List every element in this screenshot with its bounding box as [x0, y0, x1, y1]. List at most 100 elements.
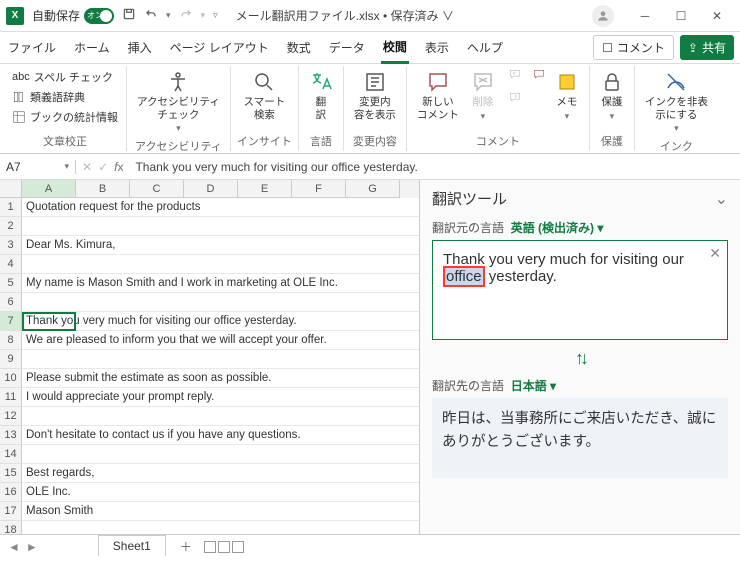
row-header[interactable]: 13	[0, 426, 22, 445]
cell-content[interactable]	[22, 407, 419, 426]
cell-content[interactable]: We are pleased to inform you that we wil…	[22, 331, 419, 350]
accessibility-button[interactable]: アクセシビリティ チェック▾	[133, 68, 224, 136]
table-row[interactable]: 1Quotation request for the products	[0, 198, 419, 217]
table-row[interactable]: 6	[0, 293, 419, 312]
notes-button[interactable]: メモ▾	[551, 68, 583, 123]
cancel-icon[interactable]: ✕	[82, 160, 92, 174]
column-header[interactable]: G	[346, 180, 400, 198]
tab-insert[interactable]: 挿入	[126, 33, 154, 62]
table-row[interactable]: 11I would appreciate your prompt reply.	[0, 388, 419, 407]
row-header[interactable]: 15	[0, 464, 22, 483]
swap-languages-button[interactable]: ↑↓	[432, 348, 728, 369]
show-changes-button[interactable]: 変更内 容を表示	[350, 68, 400, 123]
undo-dropdown[interactable]: ▾	[166, 10, 171, 21]
table-row[interactable]: 16OLE Inc.	[0, 483, 419, 502]
cell-content[interactable]: Mason Smith	[22, 502, 419, 521]
qat-customize[interactable]: ▿	[213, 10, 218, 21]
table-row[interactable]: 8We are pleased to inform you that we wi…	[0, 331, 419, 350]
row-header[interactable]: 1	[0, 198, 22, 217]
name-box[interactable]: A7▾	[0, 160, 76, 174]
select-all-corner[interactable]	[0, 180, 22, 198]
cell-content[interactable]	[22, 293, 419, 312]
tab-formulas[interactable]: 数式	[285, 33, 313, 62]
cell-content[interactable]	[22, 255, 419, 274]
show-comments-icon[interactable]	[531, 68, 547, 85]
row-header[interactable]: 9	[0, 350, 22, 369]
table-row[interactable]: 3Dear Ms. Kimura,	[0, 236, 419, 255]
cell-content[interactable]: Thank you very much for visiting our off…	[22, 312, 419, 331]
cell-content[interactable]: Please submit the estimate as soon as po…	[22, 369, 419, 388]
column-header[interactable]: A	[22, 180, 76, 198]
tab-data[interactable]: データ	[327, 33, 367, 62]
sheet-tab[interactable]: Sheet1	[98, 535, 166, 556]
table-row[interactable]: 2	[0, 217, 419, 236]
cell-content[interactable]	[22, 217, 419, 236]
account-avatar[interactable]	[592, 5, 614, 27]
column-header[interactable]: C	[130, 180, 184, 198]
worksheet[interactable]: ABCDEFG 1Quotation request for the produ…	[0, 180, 420, 534]
tab-review[interactable]: 校閲	[381, 32, 409, 64]
row-header[interactable]: 4	[0, 255, 22, 274]
cell-content[interactable]: Best regards,	[22, 464, 419, 483]
sheet-nav-next[interactable]: ►	[26, 540, 38, 554]
row-header[interactable]: 3	[0, 236, 22, 255]
row-header[interactable]: 11	[0, 388, 22, 407]
delete-comment-button[interactable]: 削除▾	[467, 68, 499, 123]
cell-content[interactable]: Quotation request for the products	[22, 198, 419, 217]
toggle-switch[interactable]: オン	[84, 8, 114, 24]
row-header[interactable]: 2	[0, 217, 22, 236]
tab-view[interactable]: 表示	[423, 33, 451, 62]
table-row[interactable]: 14	[0, 445, 419, 464]
add-sheet-button[interactable]: ＋	[180, 538, 192, 555]
cell-content[interactable]: Don't hesitate to contact us if you have…	[22, 426, 419, 445]
cell-content[interactable]: I would appreciate your prompt reply.	[22, 388, 419, 407]
cell-content[interactable]: My name is Mason Smith and I work in mar…	[22, 274, 419, 293]
source-text-box[interactable]: ✕ Thank you very much for visiting our o…	[432, 240, 728, 340]
column-header[interactable]: D	[184, 180, 238, 198]
row-header[interactable]: 8	[0, 331, 22, 350]
cell-content[interactable]: OLE Inc.	[22, 483, 419, 502]
cell-content[interactable]	[22, 445, 419, 464]
tab-file[interactable]: ファイル	[6, 33, 58, 62]
new-comment-button[interactable]: 新しい コメント	[413, 68, 463, 123]
tab-help[interactable]: ヘルプ	[465, 33, 505, 62]
close-button[interactable]: ✕	[700, 2, 734, 30]
highlighted-word[interactable]: office	[443, 266, 485, 287]
pane-collapse-icon[interactable]: ⌄	[715, 189, 728, 209]
from-language-row[interactable]: 翻訳元の言語 英語 (検出済み) ▾	[432, 219, 728, 236]
thesaurus-button[interactable]: 類義語辞典	[10, 88, 120, 106]
row-header[interactable]: 14	[0, 445, 22, 464]
comments-button[interactable]: ☐ コメント	[593, 35, 674, 60]
sheet-tab-scroll[interactable]	[204, 541, 244, 553]
row-header[interactable]: 12	[0, 407, 22, 426]
smart-lookup-button[interactable]: スマート 検索	[240, 68, 290, 123]
fx-icon[interactable]: fx	[114, 160, 123, 174]
autosave-toggle[interactable]: 自動保存 オン	[32, 7, 114, 24]
redo-icon[interactable]	[179, 7, 193, 24]
save-icon[interactable]	[122, 7, 136, 24]
row-header[interactable]: 7	[0, 312, 22, 331]
share-button[interactable]: ⇪ 共有	[680, 35, 734, 60]
table-row[interactable]: 9	[0, 350, 419, 369]
spellcheck-button[interactable]: abcスペル チェック	[10, 68, 120, 86]
hide-ink-button[interactable]: インクを非表 示にする▾	[641, 68, 712, 136]
cell-content[interactable]	[22, 350, 419, 369]
table-row[interactable]: 17Mason Smith	[0, 502, 419, 521]
row-header[interactable]: 6	[0, 293, 22, 312]
table-row[interactable]: 12	[0, 407, 419, 426]
document-title[interactable]: メール翻訳用ファイル.xlsx • 保存済み ∨	[236, 7, 584, 24]
cell-content[interactable]	[22, 521, 419, 534]
cell-content[interactable]: Dear Ms. Kimura,	[22, 236, 419, 255]
row-header[interactable]: 5	[0, 274, 22, 293]
table-row[interactable]: 10Please submit the estimate as soon as …	[0, 369, 419, 388]
prev-comment-icon[interactable]	[507, 68, 523, 85]
table-row[interactable]: 18	[0, 521, 419, 534]
formula-bar[interactable]: Thank you very much for visiting our off…	[129, 160, 740, 174]
tab-home[interactable]: ホーム	[72, 33, 112, 62]
enter-icon[interactable]: ✓	[98, 160, 108, 174]
clear-source-icon[interactable]: ✕	[709, 245, 721, 262]
tab-pagelayout[interactable]: ページ レイアウト	[168, 33, 271, 62]
column-header[interactable]: F	[292, 180, 346, 198]
row-header[interactable]: 17	[0, 502, 22, 521]
next-comment-icon[interactable]	[507, 91, 523, 108]
